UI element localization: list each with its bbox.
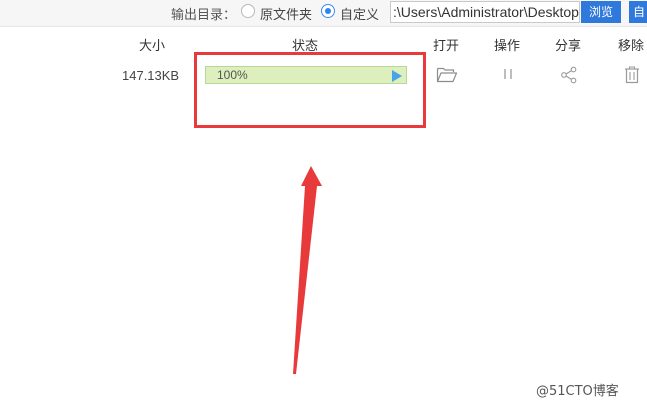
annotation-arrow-icon: [293, 166, 322, 374]
watermark: @51CTO博客: [536, 384, 619, 399]
